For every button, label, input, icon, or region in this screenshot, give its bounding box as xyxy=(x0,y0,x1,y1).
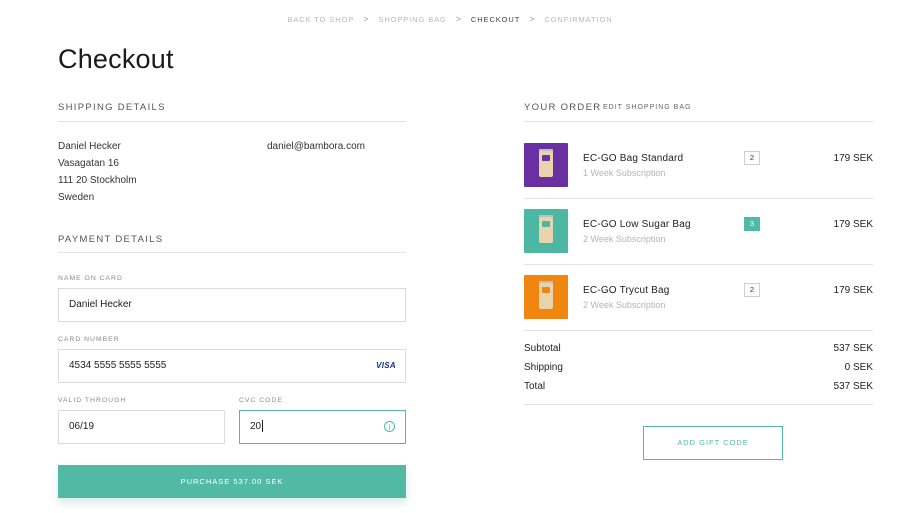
product-name: EC-GO Bag Standard xyxy=(583,153,684,164)
valid-through-value: 06/19 xyxy=(69,421,95,432)
total-value: 537 SEK xyxy=(833,381,873,392)
subtotal-value: 537 SEK xyxy=(833,343,873,354)
quantity-badge[interactable]: 2 xyxy=(744,283,760,297)
page-title: Checkout xyxy=(58,44,174,74)
product-price: 179 SEK xyxy=(833,153,873,164)
product-price: 179 SEK xyxy=(833,219,873,230)
card-number-input[interactable]: 4534 5555 5555 5555 VISA xyxy=(58,349,406,383)
cvc-code-value: 20 xyxy=(250,421,262,432)
subtotal-label: Subtotal xyxy=(524,343,561,354)
breadcrumb-shopping-bag[interactable]: SHOPPING BAG xyxy=(378,15,446,24)
product-subtitle: 2 Week Subscription xyxy=(583,300,666,310)
breadcrumb-back-to-shop[interactable]: BACK TO SHOP xyxy=(287,15,354,24)
purchase-button[interactable]: PURCHASE 537.00 SEK xyxy=(58,465,406,498)
payment-details-heading: PAYMENT DETAILS xyxy=(58,234,164,245)
name-on-card-label: NAME ON CARD xyxy=(58,275,123,282)
add-gift-code-button[interactable]: ADD GIFT CODE xyxy=(643,426,783,460)
product-subtitle: 2 Week Subscription xyxy=(583,234,666,244)
divider xyxy=(524,121,873,122)
visa-icon: VISA xyxy=(376,361,396,370)
product-name: EC-GO Trycut Bag xyxy=(583,285,670,296)
chevron-right-icon: > xyxy=(455,14,462,24)
info-icon[interactable]: i xyxy=(384,421,395,432)
product-thumbnail xyxy=(524,209,568,253)
shipping-value: 0 SEK xyxy=(844,362,873,373)
divider xyxy=(524,404,873,405)
product-thumbnail xyxy=(524,275,568,319)
chevron-right-icon: > xyxy=(529,14,536,24)
shipping-label: Shipping xyxy=(524,362,563,373)
name-on-card-value: Daniel Hecker xyxy=(69,299,132,310)
your-order-heading: YOUR ORDER xyxy=(524,102,602,113)
chevron-right-icon: > xyxy=(363,14,370,24)
quantity-badge[interactable]: 3 xyxy=(744,217,760,231)
shipping-postal-city: 111 20 Stockholm xyxy=(58,175,137,186)
breadcrumb-checkout: CHECKOUT xyxy=(470,15,521,24)
shipping-street: Vasagatan 16 xyxy=(58,158,119,169)
product-price: 179 SEK xyxy=(833,285,873,296)
product-subtitle: 1 Week Subscription xyxy=(583,168,666,178)
text-caret xyxy=(262,420,264,433)
shipping-name: Daniel Hecker xyxy=(58,141,121,152)
shipping-address: Daniel Hecker Vasagatan 16 111 20 Stockh… xyxy=(58,138,137,206)
divider xyxy=(58,121,406,122)
product-thumbnail xyxy=(524,143,568,187)
valid-through-input[interactable]: 06/19 xyxy=(58,410,225,444)
divider xyxy=(524,198,873,199)
cvc-code-label: CVC CODE xyxy=(239,397,283,404)
divider xyxy=(58,252,406,253)
shipping-email: daniel@bambora.com xyxy=(267,141,365,152)
quantity-badge[interactable]: 2 xyxy=(744,151,760,165)
divider xyxy=(524,330,873,331)
edit-shopping-bag-link[interactable]: EDIT SHOPPING BAG xyxy=(603,104,691,111)
divider xyxy=(524,264,873,265)
valid-through-label: VALID THROUGH xyxy=(58,397,127,404)
shipping-country: Sweden xyxy=(58,192,95,203)
breadcrumb-confirmation: CONFIRMATION xyxy=(544,15,613,24)
name-on-card-input[interactable]: Daniel Hecker xyxy=(58,288,406,322)
breadcrumb: BACK TO SHOP > SHOPPING BAG > CHECKOUT > CONFI… xyxy=(0,14,900,24)
product-name: EC-GO Low Sugar Bag xyxy=(583,219,691,230)
shipping-details-heading: SHIPPING DETAILS xyxy=(58,102,166,113)
total-label: Total xyxy=(524,381,546,392)
card-number-label: CARD NUMBER xyxy=(58,336,120,343)
card-number-value: 4534 5555 5555 5555 xyxy=(69,360,167,371)
cvc-code-input[interactable]: 20 i xyxy=(239,410,406,444)
